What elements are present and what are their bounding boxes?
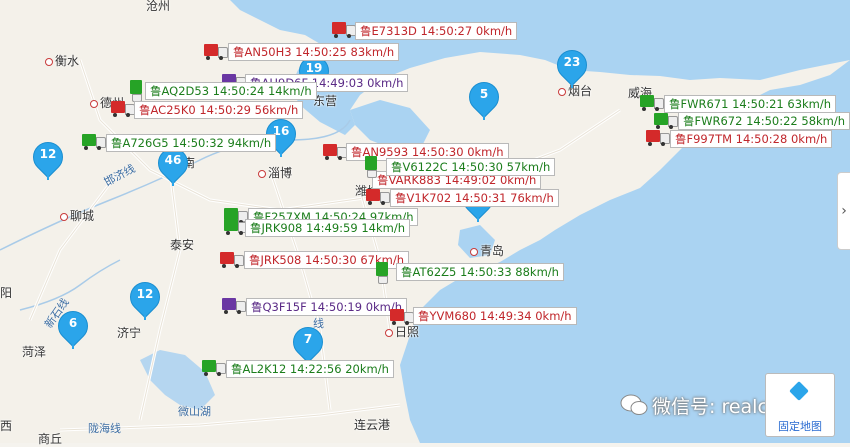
truck-icon[interactable] [202, 360, 226, 376]
city-taian: 泰安 [170, 238, 195, 252]
vehicle-label[interactable]: 鲁AN50H3 14:50:25 83km/h [228, 43, 400, 61]
truck-icon[interactable] [390, 309, 414, 325]
vehicle-label[interactable]: 鲁AC25K0 14:50:29 56km/h [134, 101, 304, 119]
truck-icon[interactable] [646, 130, 670, 146]
cluster-marker[interactable]: 46 [151, 141, 195, 188]
truck-icon[interactable] [224, 219, 248, 235]
truck-icon[interactable] [332, 22, 356, 38]
fix-map-label: 固定地图 [778, 420, 822, 433]
pin-icon [789, 381, 809, 401]
truck-icon[interactable] [130, 80, 144, 102]
city-jining: 济宁 [117, 326, 142, 340]
city-hengshui: 衡水 [45, 52, 79, 69]
cluster-marker[interactable]: 12 [26, 135, 70, 182]
truck-icon[interactable] [82, 134, 106, 150]
city-lianyungang: 连云港 [354, 418, 391, 432]
vehicle-label[interactable]: 鲁AQ2D53 14:50:24 14km/h [145, 82, 317, 100]
fix-map-button[interactable]: 固定地图 [765, 373, 835, 437]
truck-icon[interactable] [204, 44, 228, 60]
vehicle-label[interactable]: 鲁A726G5 14:50:32 94km/h [106, 134, 277, 152]
city-liaocheng: 聊城 [60, 207, 94, 224]
vehicle-label[interactable]: 鲁Q3F15F 14:50:19 0km/h [246, 298, 408, 316]
vehicle-label[interactable]: 鲁V1K702 14:50:31 76km/h [390, 189, 559, 207]
city-marker-icon [60, 212, 68, 221]
truck-icon[interactable] [222, 298, 246, 314]
truck-icon[interactable] [654, 113, 678, 129]
city-marker-icon [258, 169, 266, 178]
vehicle-label[interactable]: 鲁YVM680 14:49:34 0km/h [413, 307, 577, 325]
vehicle-label[interactable]: 鲁AT62Z5 14:50:33 88km/h [396, 263, 564, 281]
city-xi: 西 [0, 419, 13, 433]
vehicle-label[interactable]: 鲁F997TM 14:50:28 0km/h [670, 130, 833, 148]
panel-toggle-button[interactable]: › [837, 172, 850, 250]
wechat-icon [620, 394, 648, 415]
vehicle-label[interactable]: 鲁FWR672 14:50:22 58km/h [678, 112, 850, 130]
city-rizhao: 日照 [385, 323, 419, 340]
truck-icon[interactable] [111, 101, 135, 117]
road-label-longhai: 陇海线 [88, 422, 121, 435]
vehicle-label[interactable]: 鲁E7313D 14:50:27 0km/h [355, 22, 518, 40]
city-marker-icon [385, 328, 393, 337]
city-heze: 菏泽 [22, 345, 47, 359]
city-qingdao: 青岛 [470, 242, 504, 259]
truck-icon[interactable] [220, 252, 244, 268]
cluster-marker[interactable]: 12 [123, 275, 167, 322]
truck-icon[interactable] [323, 144, 347, 160]
truck-icon[interactable] [376, 262, 390, 284]
truck-icon[interactable] [366, 189, 390, 205]
cluster-marker[interactable]: 6 [51, 304, 95, 351]
city-zibo: 淄博 [258, 164, 292, 181]
city-marker-icon [470, 247, 478, 256]
cluster-marker[interactable]: 23 [550, 43, 594, 90]
cluster-marker[interactable]: 5 [462, 75, 506, 122]
vehicle-label[interactable]: 鲁AL2K12 14:22:56 20km/h [226, 360, 394, 378]
vehicle-label[interactable]: 鲁V6122C 14:50:30 57km/h [386, 158, 556, 176]
map-background[interactable] [0, 0, 850, 443]
vehicle-label[interactable]: 鲁FWR671 14:50:21 63km/h [664, 95, 837, 113]
city-cangzhou: 沧州 [146, 0, 171, 13]
city-yang: 阳 [0, 286, 13, 300]
city-marker-icon [45, 57, 53, 66]
truck-icon[interactable] [640, 95, 664, 111]
city-shangqiu: 商丘 [38, 432, 63, 446]
truck-icon[interactable] [365, 156, 379, 178]
vehicle-label[interactable]: 鲁JRK908 14:49:59 14km/h [245, 219, 410, 237]
city-marker-icon [90, 99, 98, 108]
lake-label-weishan: 微山湖 [178, 405, 211, 418]
